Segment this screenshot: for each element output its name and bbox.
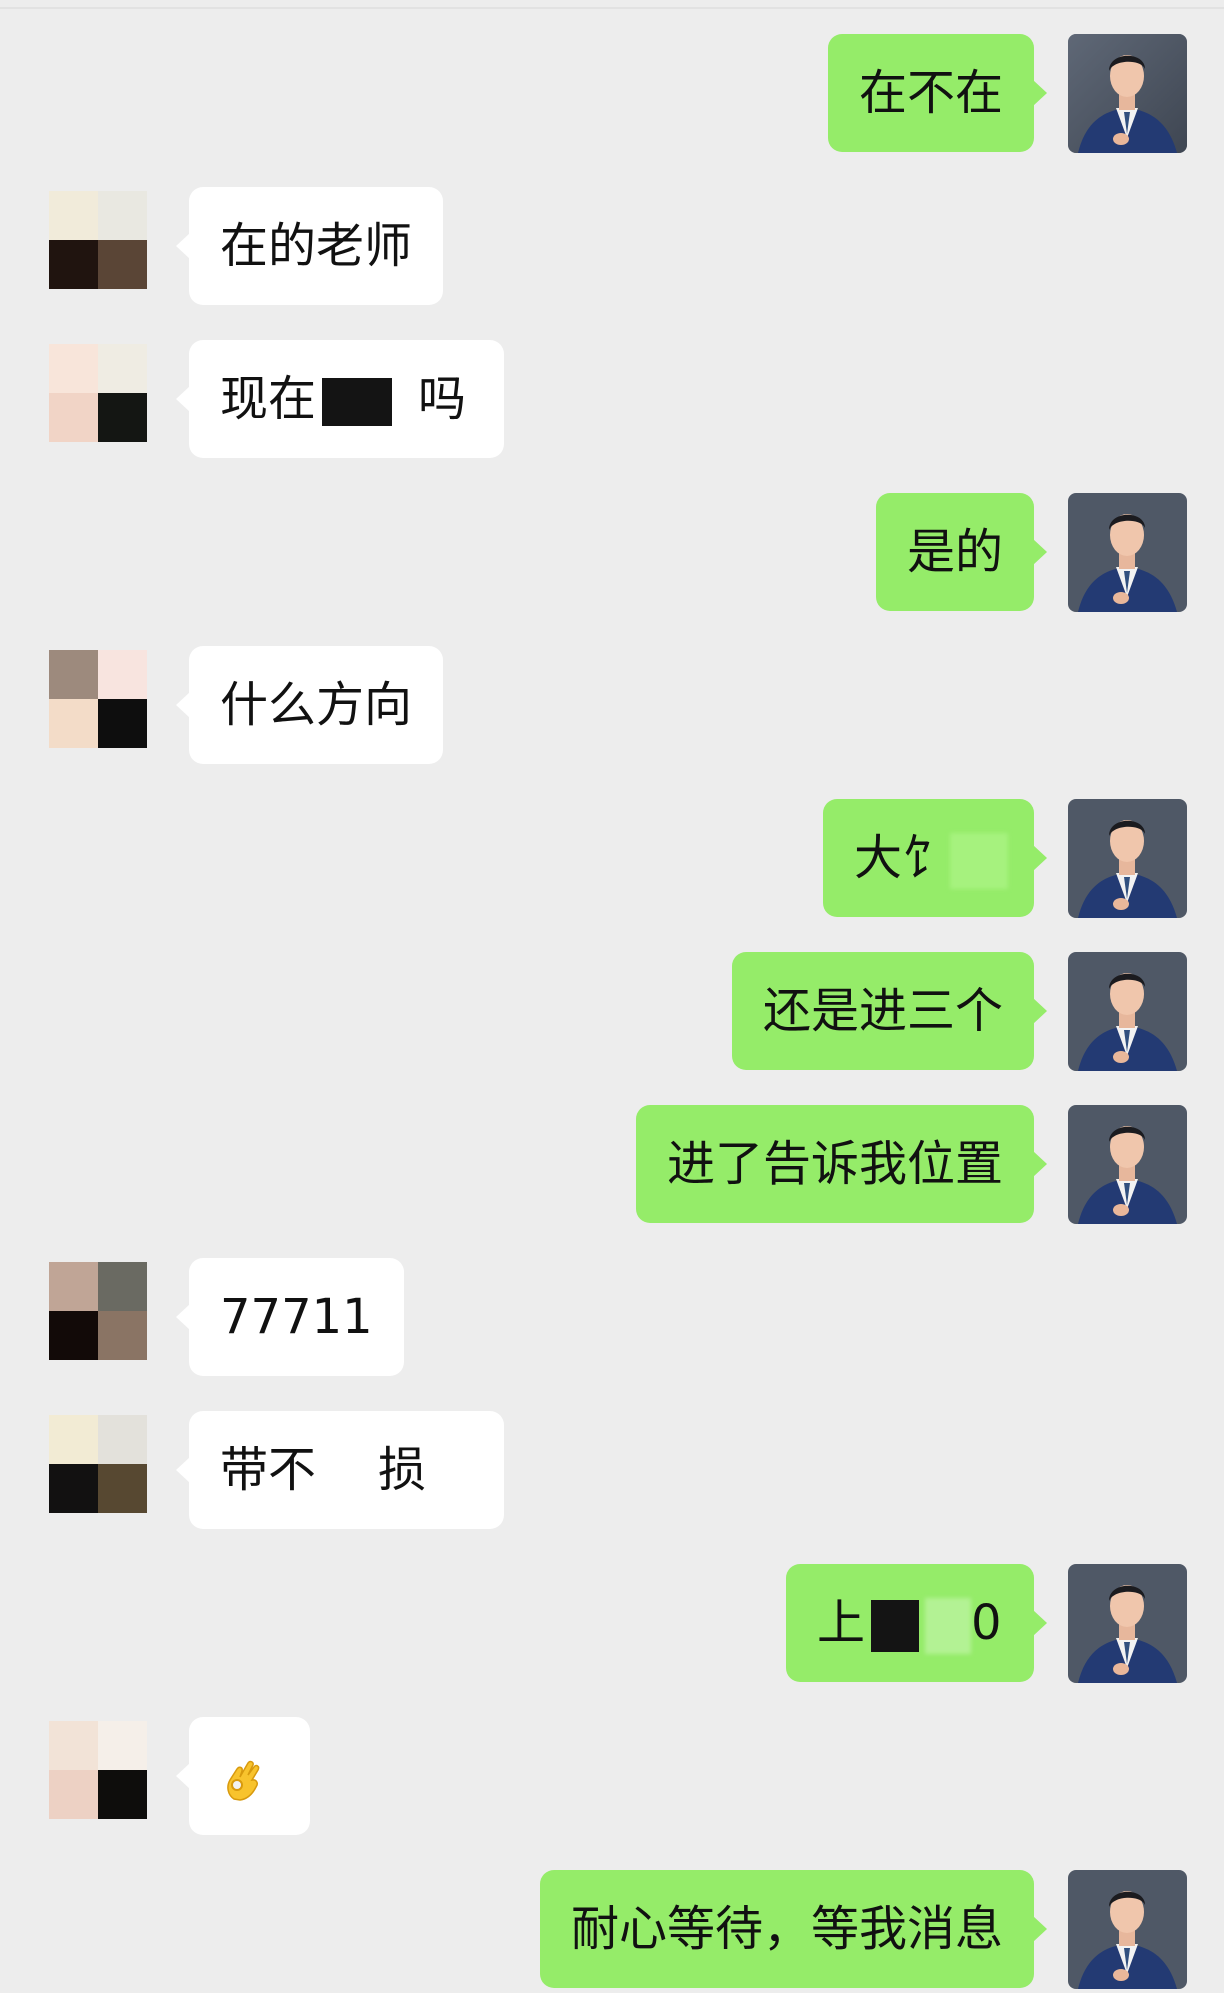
avatar[interactable] [1068, 799, 1187, 918]
avatar[interactable] [49, 344, 147, 442]
pixelated-avatar-icon [49, 344, 147, 442]
message-row: 耐心等待，等我消息 [0, 1870, 1224, 1990]
message-bubble[interactable]: 什么方向 [175, 646, 444, 764]
message-text-part: 大饣 [854, 830, 951, 886]
message-row: 77711 [0, 1258, 1224, 1378]
suited-man-avatar-icon [1068, 1105, 1187, 1224]
pixelated-avatar-icon [49, 1262, 147, 1360]
pixelated-avatar-icon [49, 191, 147, 289]
avatar[interactable] [49, 191, 147, 289]
message-row: 在不在 [0, 34, 1224, 154]
message-text-part: 损 [378, 1442, 427, 1498]
message-row: 在的老师 [0, 187, 1224, 307]
message-row: 什么方向 [0, 646, 1224, 766]
avatar[interactable] [49, 1262, 147, 1360]
message-text-part: 吗 [418, 371, 467, 427]
avatar[interactable] [1068, 1870, 1187, 1989]
redaction-blur [398, 374, 419, 430]
message-bubble[interactable]: 大饣 [823, 799, 1047, 917]
message-row: 带不 损 [0, 1411, 1224, 1531]
avatar[interactable] [1068, 493, 1187, 612]
top-divider [0, 7, 1224, 9]
message-text-part: 0 [971, 1595, 1002, 1651]
suited-man-avatar-icon [1068, 493, 1187, 612]
pixelated-avatar-icon [49, 650, 147, 748]
avatar[interactable] [49, 1415, 147, 1513]
redaction-blur [925, 1598, 972, 1654]
redaction-block [322, 378, 393, 426]
avatar[interactable] [49, 1721, 147, 1819]
pixelated-avatar-icon [49, 1721, 147, 1819]
message-row: 大饣 [0, 799, 1224, 919]
message-bubble[interactable]: 还是进三个 [731, 952, 1048, 1070]
redaction-blur [950, 833, 1009, 889]
message-bubble[interactable]: 77711 [176, 1258, 404, 1376]
avatar[interactable] [1068, 1564, 1187, 1683]
suited-man-avatar-icon [1068, 34, 1187, 153]
message-bubble[interactable]: 是的 [875, 493, 1048, 611]
redaction-blur [316, 1445, 379, 1501]
avatar[interactable] [1068, 1105, 1187, 1224]
suited-man-avatar-icon [1068, 799, 1187, 918]
redaction-block [871, 1600, 920, 1652]
suited-man-avatar-icon [1068, 1564, 1187, 1683]
message-bubble[interactable]: 现在 吗 [176, 340, 504, 458]
chat-window: 在不在 在的老师 现在 吗 是的 什么方向 大饣 还是进三个 进了告诉我位置 7… [0, 0, 1224, 1993]
message-bubble[interactable]: 进了告诉我位置 [635, 1105, 1048, 1223]
message-row: 是的 [0, 493, 1224, 613]
suited-man-avatar-icon [1068, 1870, 1187, 1989]
message-bubble[interactable]: 带不 损 [176, 1411, 504, 1529]
avatar[interactable] [49, 650, 147, 748]
message-row [0, 1717, 1224, 1837]
message-text-part: 上 [817, 1595, 866, 1651]
message-row: 现在 吗 [0, 340, 1224, 460]
message-bubble[interactable] [176, 1717, 310, 1835]
message-text-part: 现在 [220, 371, 317, 427]
message-bubble[interactable]: 耐心等待，等我消息 [539, 1870, 1048, 1988]
suited-man-avatar-icon [1068, 952, 1187, 1071]
message-row: 进了告诉我位置 [0, 1105, 1224, 1225]
pixelated-avatar-icon [49, 1415, 147, 1513]
message-bubble[interactable]: 在的老师 [175, 187, 444, 305]
message-bubble[interactable]: 上0 [786, 1564, 1047, 1682]
message-bubble[interactable]: 在不在 [827, 34, 1048, 152]
message-row: 上0 [0, 1564, 1224, 1684]
avatar[interactable] [1068, 952, 1187, 1071]
message-row: 还是进三个 [0, 952, 1224, 1072]
avatar[interactable] [1068, 34, 1187, 153]
message-text-part: 带不 [220, 1442, 317, 1498]
ok-hand-icon [227, 1760, 260, 1801]
